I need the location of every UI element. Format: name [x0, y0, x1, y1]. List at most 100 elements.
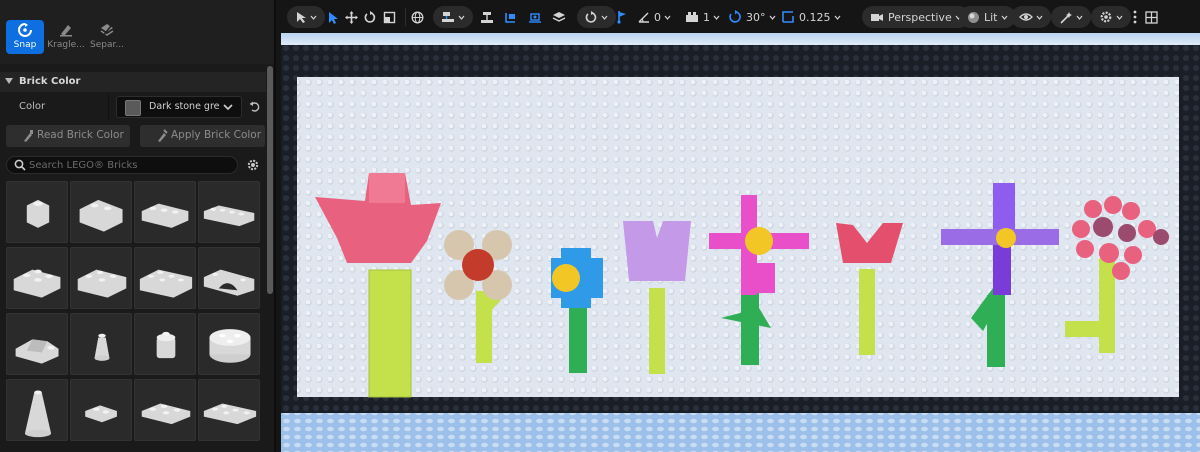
- show-flags-dropdown[interactable]: [1011, 6, 1051, 28]
- chevron-down-icon: [310, 15, 317, 20]
- world-space-button[interactable]: [411, 6, 424, 28]
- collapse-arrow-icon: [5, 78, 13, 84]
- panel-scrollbar[interactable]: [267, 66, 273, 452]
- scale-icon: [383, 11, 396, 23]
- brick-2x4-icon: [139, 269, 193, 298]
- reset-to-default-icon[interactable]: [249, 101, 261, 113]
- chevron-down-icon: [834, 15, 840, 20]
- 3d-viewport[interactable]: [281, 33, 1200, 452]
- realtime-effects-dropdown[interactable]: [1051, 6, 1091, 28]
- brick-1x1-icon: [26, 199, 50, 228]
- cone-tall-tile[interactable]: [6, 379, 68, 441]
- plate-1x2-icon: [85, 405, 117, 423]
- slope-brick-tile[interactable]: [6, 313, 68, 375]
- transform-snap-button[interactable]: [504, 6, 518, 28]
- angle-snap-value: 0: [654, 10, 661, 24]
- layers-button[interactable]: [552, 6, 566, 28]
- selected-color-value: Dark stone grey: [149, 101, 219, 112]
- brick-scale-icon: [686, 12, 698, 22]
- selection-mode-dropdown[interactable]: [287, 6, 325, 28]
- rotation-snap-toggle-dropdown[interactable]: [577, 6, 616, 28]
- separate-tool-button[interactable]: Separ...: [88, 20, 126, 54]
- angle-snap-dropdown[interactable]: 0: [637, 6, 671, 28]
- floor-plate: [281, 413, 1200, 452]
- grid-snap-dropdown[interactable]: 0.125: [781, 6, 841, 28]
- plate-2x4-icon: [203, 403, 257, 425]
- color-dropdown[interactable]: Dark stone grey: [116, 96, 242, 118]
- kragle-icon: [60, 25, 72, 37]
- brick-1x3-icon: [141, 203, 189, 228]
- align-tool-button[interactable]: [480, 6, 494, 28]
- brick-color-section-header[interactable]: Brick Color: [0, 72, 266, 92]
- arch-1x4-tile[interactable]: [198, 247, 260, 309]
- layout-button[interactable]: [1145, 6, 1158, 28]
- view-mode-label: Perspective: [888, 10, 952, 24]
- brick-2x4-tile[interactable]: [134, 247, 196, 309]
- color-label: Color: [19, 101, 46, 112]
- lighting-mode-dropdown[interactable]: Lit: [959, 6, 1016, 28]
- eyedropper-icon: [24, 130, 33, 142]
- grid-snap-icon: [782, 11, 794, 23]
- more-vertical-icon: [1133, 10, 1137, 24]
- cone-1x1-tile[interactable]: [70, 313, 132, 375]
- brick-search-input[interactable]: [29, 158, 229, 172]
- brick-1x2-tile[interactable]: [70, 181, 132, 243]
- scale-snap-dropdown[interactable]: 1: [685, 6, 720, 28]
- brick-2x2-tile[interactable]: [6, 247, 68, 309]
- snap-surface-dropdown[interactable]: [433, 6, 473, 28]
- rotate-tool-button[interactable]: [364, 6, 377, 28]
- sky-background: [281, 33, 1200, 47]
- cone-tall-icon: [24, 390, 52, 438]
- scale-snap-value: 1: [703, 10, 710, 24]
- scrollbar-thumb[interactable]: [267, 66, 273, 294]
- read-brick-color-label: Read Brick Color: [37, 129, 124, 141]
- left-panel: Snap Kragle... Separ... Brick Color Colo…: [0, 0, 276, 452]
- read-brick-color-button[interactable]: Read Brick Color: [6, 125, 130, 147]
- chevron-down-icon: [1036, 15, 1043, 20]
- brick-2x2-icon: [13, 269, 61, 298]
- brick-1x3-tile[interactable]: [134, 181, 196, 243]
- plate-2x4-tile[interactable]: [198, 379, 260, 441]
- lighting-mode-label: Lit: [984, 10, 998, 24]
- move-icon: [345, 10, 358, 24]
- brick-2x3-tile[interactable]: [70, 247, 132, 309]
- property-divider: [108, 94, 109, 120]
- select-cursor-icon: [297, 12, 306, 23]
- select-arrow-icon: [329, 11, 338, 24]
- viewport-settings-dropdown[interactable]: [1091, 6, 1131, 28]
- plate-1x2-tile[interactable]: [70, 379, 132, 441]
- brick-1x2-icon: [79, 199, 123, 232]
- grid-snap-value: 0.125: [799, 10, 831, 24]
- slope-brick-icon: [15, 339, 59, 364]
- rotation-snap-dropdown[interactable]: 30°: [728, 6, 776, 28]
- rotation-snap-icon: [585, 10, 597, 23]
- align-icon: [481, 11, 493, 23]
- select-tool-button[interactable]: [327, 6, 339, 28]
- brick-1x4-tile[interactable]: [198, 181, 260, 243]
- move-tool-button[interactable]: [345, 6, 358, 28]
- plate-2x3-tile[interactable]: [134, 379, 196, 441]
- snap-tool-button[interactable]: Snap: [6, 20, 44, 54]
- more-options-button[interactable]: [1133, 6, 1137, 28]
- kragle-tool-button[interactable]: Kragle...: [47, 20, 85, 54]
- cone-1x1-icon: [94, 333, 110, 361]
- round-1x1-tile[interactable]: [134, 313, 196, 375]
- chevron-down-icon: [769, 15, 775, 20]
- angle-icon: [638, 12, 649, 23]
- round-1x1-icon: [156, 331, 176, 359]
- separate-icon: [100, 24, 114, 37]
- round-2x2-tile[interactable]: [198, 313, 260, 375]
- chevron-down-icon: [1116, 15, 1123, 20]
- gear-icon[interactable]: [246, 158, 260, 172]
- surface-snap-icon: [442, 12, 454, 22]
- lego-scene: [281, 33, 1200, 452]
- plate-2x3-icon: [141, 403, 191, 425]
- scale-tool-button[interactable]: [383, 6, 396, 28]
- brick-1x1-tile[interactable]: [6, 181, 68, 243]
- pivot-snap-button[interactable]: [616, 6, 629, 28]
- apply-brick-color-button[interactable]: Apply Brick Color: [140, 125, 265, 147]
- camera-focus-button[interactable]: [528, 6, 542, 28]
- view-mode-dropdown[interactable]: Perspective: [862, 6, 970, 28]
- brick-search-box[interactable]: [6, 156, 238, 174]
- camera-focus-icon: [529, 12, 541, 23]
